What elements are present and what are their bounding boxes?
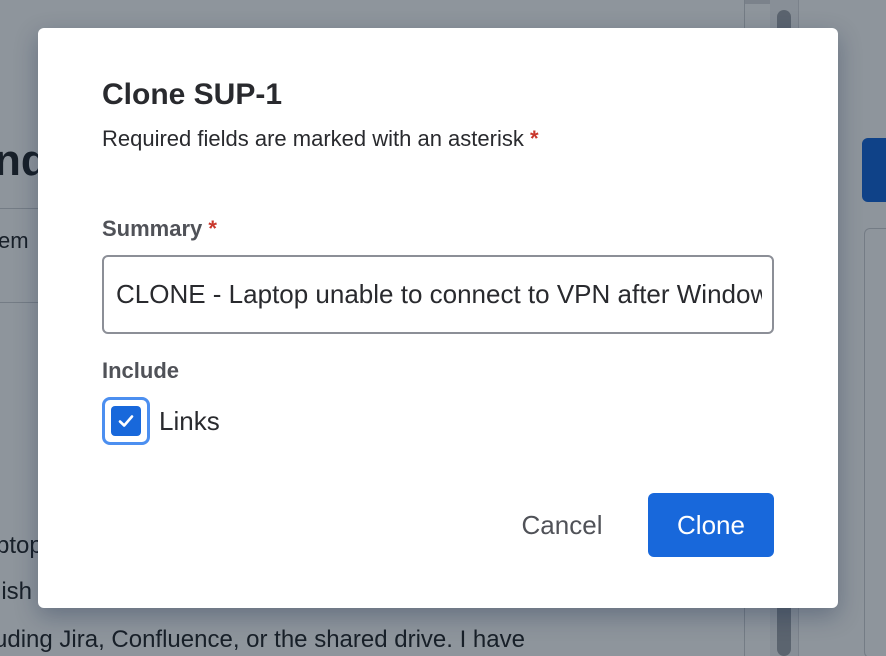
checkbox-checked xyxy=(111,406,141,436)
required-fields-note: Required fields are marked with an aster… xyxy=(102,126,539,152)
checkmark-icon xyxy=(118,415,134,427)
cancel-button[interactable]: Cancel xyxy=(494,493,630,557)
summary-field xyxy=(102,255,774,334)
required-asterisk: * xyxy=(529,126,539,151)
dialog-title: Clone SUP-1 xyxy=(102,78,283,111)
links-checkbox[interactable] xyxy=(102,397,150,445)
required-asterisk: * xyxy=(208,216,217,241)
required-fields-text: Required fields are marked with an aster… xyxy=(102,126,524,151)
include-label: Include xyxy=(102,358,180,383)
clone-button[interactable]: Clone xyxy=(648,493,774,557)
summary-label-text: Summary xyxy=(102,216,203,241)
clone-issue-dialog: Clone SUP-1 Required fields are marked w… xyxy=(38,28,838,608)
include-links-option[interactable]: Links xyxy=(102,397,220,445)
summary-input[interactable] xyxy=(116,257,762,332)
links-checkbox-label[interactable]: Links xyxy=(159,406,220,437)
summary-label: Summary * xyxy=(102,216,217,242)
